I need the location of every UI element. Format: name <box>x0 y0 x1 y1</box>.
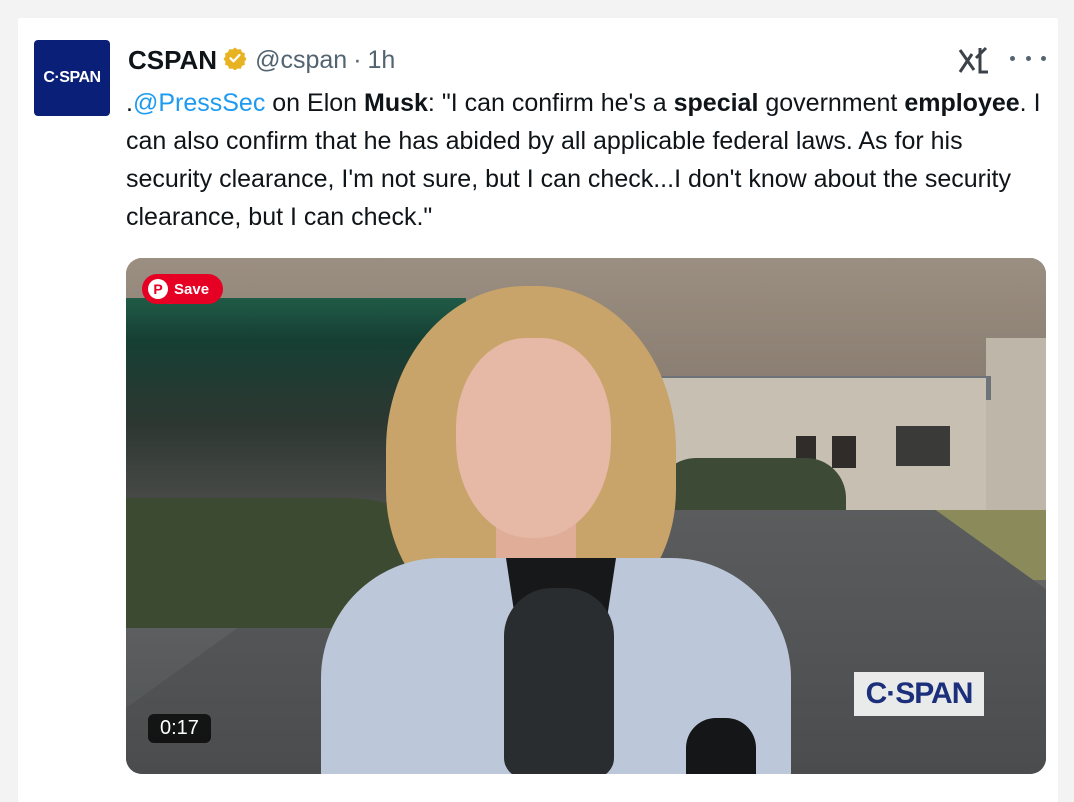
tweet-header: CSPAN @cspan · 1h <box>128 44 395 76</box>
mention-link[interactable]: @PressSec <box>133 89 265 117</box>
tweet-text-part: government <box>758 89 905 117</box>
separator-dot: · <box>353 45 362 74</box>
pinterest-icon: P <box>148 279 168 299</box>
timestamp[interactable]: 1h <box>368 46 396 75</box>
tweet-text-part: on Elon <box>265 89 365 117</box>
grok-icon[interactable] <box>958 44 992 76</box>
microphone <box>504 588 614 774</box>
tweet-bold-text: special <box>673 89 759 117</box>
video-scene-hedge <box>656 458 846 514</box>
video-player[interactable]: P Save C·SPAN 0:17 <box>126 258 1046 774</box>
save-label: Save <box>174 280 210 298</box>
more-options-icon[interactable] <box>1010 46 1046 70</box>
tweet-bold-text: Musk <box>364 89 428 117</box>
more-dot-icon <box>1041 55 1046 61</box>
microphone <box>686 718 756 774</box>
tweet-prefix: . <box>126 89 133 117</box>
pinterest-save-button[interactable]: P Save <box>142 274 224 304</box>
avatar[interactable]: C·SPAN <box>34 40 110 116</box>
author-handle[interactable]: @cspan <box>255 46 347 75</box>
video-scene-building-right <box>986 338 1046 518</box>
tweet-text-part: : "I can confirm he's a <box>427 89 674 117</box>
cspan-watermark: C·SPAN <box>854 672 984 716</box>
video-scene-door <box>832 436 856 468</box>
author-name[interactable]: CSPAN <box>128 45 217 76</box>
avatar-logo-text: C·SPAN <box>43 69 101 86</box>
speaker-face <box>456 338 611 538</box>
tweet-text: .@PressSec on Elon Musk: "I can confirm … <box>126 84 1041 236</box>
tweet-card[interactable]: C·SPAN CSPAN @cspan · 1h .@PressSec on E… <box>18 18 1058 802</box>
video-scene-window <box>896 426 950 466</box>
more-dot-icon <box>1010 55 1015 61</box>
tweet-bold-text: employee <box>904 89 1020 117</box>
video-duration-badge: 0:17 <box>148 714 211 743</box>
more-dot-icon <box>1025 55 1031 61</box>
verified-badge-icon[interactable] <box>223 46 247 74</box>
